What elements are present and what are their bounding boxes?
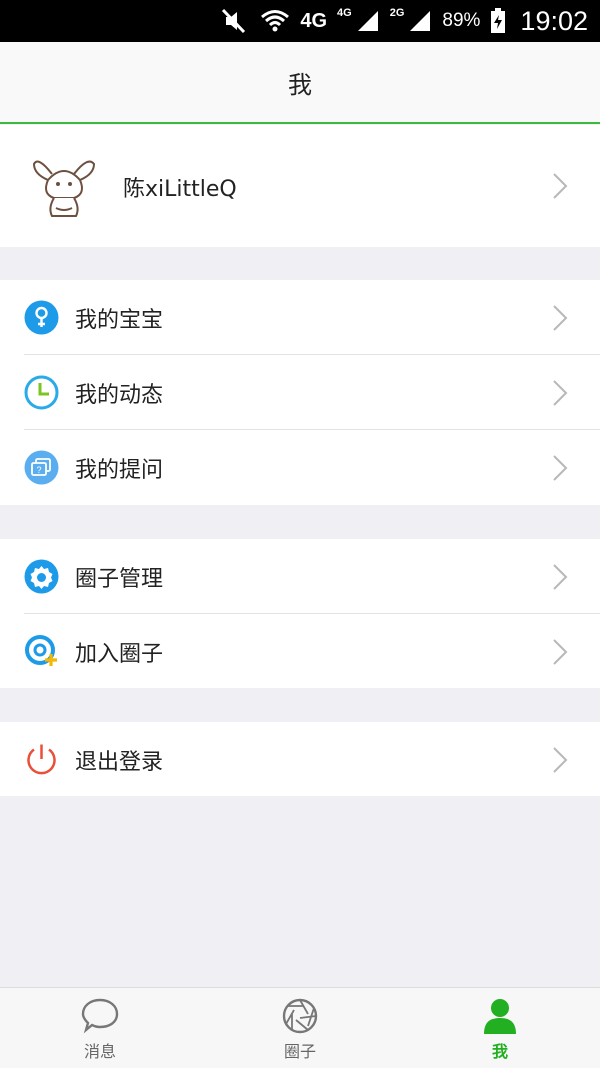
chevron-right-icon bbox=[553, 173, 568, 199]
person-icon bbox=[484, 999, 516, 1034]
mute-icon bbox=[220, 8, 250, 34]
chevron-right-icon bbox=[553, 639, 568, 665]
logout-button[interactable]: 退出登录 bbox=[0, 722, 600, 797]
menu-item-label: 我的动态 bbox=[75, 382, 164, 408]
network-type-tertiary: 2G bbox=[389, 7, 405, 19]
chevron-right-icon bbox=[553, 455, 568, 481]
tab-messages[interactable]: 消息 bbox=[0, 988, 200, 1068]
menu-group-logout: 退出登录 bbox=[0, 722, 600, 796]
tab-me[interactable]: 我 bbox=[400, 988, 600, 1068]
bottom-tab-bar: 消息 圈子 我 bbox=[0, 987, 600, 1068]
menu-item-label: 圈子管理 bbox=[75, 566, 164, 592]
tab-label: 我 bbox=[491, 1042, 508, 1061]
signal-icon bbox=[356, 9, 380, 33]
join-circle-icon bbox=[25, 635, 57, 666]
network-type-secondary: 4G bbox=[337, 7, 352, 19]
menu-group-personal: 我的宝宝 我的动态 ? 我的提问 bbox=[0, 280, 600, 505]
page-title: 我 bbox=[288, 70, 312, 99]
chevron-right-icon bbox=[553, 305, 568, 331]
menu-item-label: 退出登录 bbox=[75, 749, 164, 775]
tab-label: 消息 bbox=[83, 1042, 116, 1061]
avatar bbox=[30, 150, 100, 224]
menu-item-label: 加入圈子 bbox=[75, 641, 164, 667]
page-header: 我 bbox=[0, 42, 600, 124]
menu-item-my-questions[interactable]: ? 我的提问 bbox=[0, 430, 600, 505]
gear-icon bbox=[24, 559, 59, 594]
menu-item-my-baby[interactable]: 我的宝宝 bbox=[0, 280, 600, 355]
profile-name: 陈xiLittleQ bbox=[123, 177, 237, 202]
question-icon: ? bbox=[24, 450, 59, 485]
network-type: 4G bbox=[300, 9, 328, 32]
status-bar: 4G 4G 2G 89% 19:02 bbox=[0, 0, 600, 42]
signal-icon bbox=[408, 9, 432, 33]
baby-icon bbox=[24, 300, 59, 335]
clock-icon bbox=[24, 375, 59, 410]
menu-group-circles: 圈子管理 加入圈子 bbox=[0, 539, 600, 688]
menu-item-circle-management[interactable]: 圈子管理 bbox=[0, 539, 600, 614]
menu-item-my-activity[interactable]: 我的动态 bbox=[0, 355, 600, 430]
aperture-icon bbox=[282, 998, 318, 1034]
tab-circles[interactable]: 圈子 bbox=[200, 988, 400, 1068]
chat-bubble-icon bbox=[81, 998, 119, 1034]
svg-text:?: ? bbox=[36, 465, 41, 475]
menu-item-label: 我的提问 bbox=[75, 457, 164, 483]
chevron-right-icon bbox=[553, 564, 568, 590]
wifi-icon bbox=[260, 8, 290, 34]
battery-percent: 89% bbox=[442, 10, 481, 31]
tab-label: 圈子 bbox=[283, 1042, 316, 1061]
menu-item-label: 我的宝宝 bbox=[75, 307, 164, 333]
battery-charging-icon bbox=[490, 8, 506, 34]
chevron-right-icon bbox=[553, 380, 568, 406]
clock-time: 19:02 bbox=[520, 5, 588, 36]
profile-card[interactable]: 陈xiLittleQ bbox=[0, 125, 600, 247]
chevron-right-icon bbox=[553, 747, 568, 773]
menu-item-join-circle[interactable]: 加入圈子 bbox=[0, 614, 600, 689]
power-icon bbox=[27, 744, 56, 775]
